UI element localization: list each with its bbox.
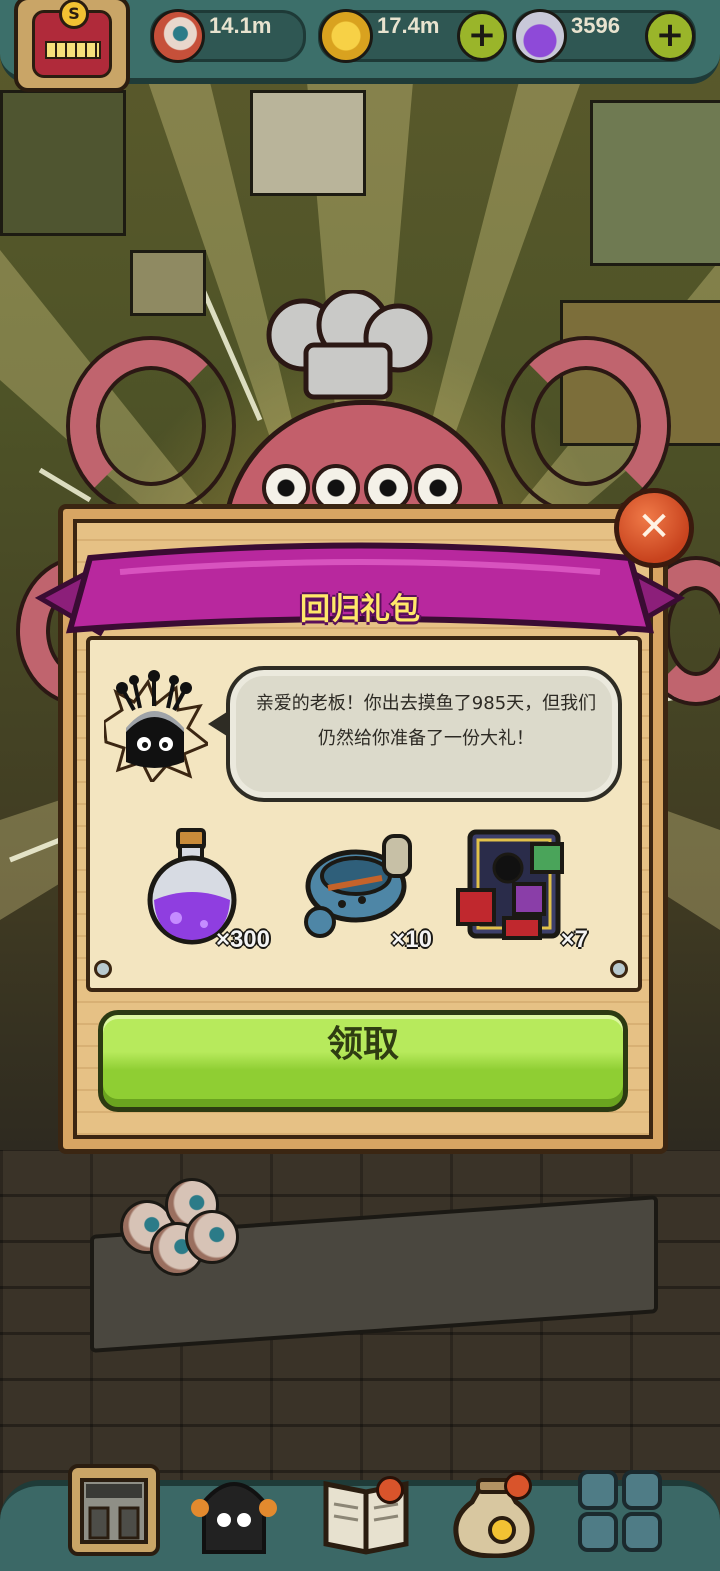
npc-speech-bubble: 亲爱的老板！你出去摸鱼了985天，但我们仍然给你准备了一份大礼！: [208, 666, 622, 802]
add-potions-button[interactable]: +: [645, 11, 695, 61]
potion-reward-count: ×300: [215, 926, 270, 953]
eyeball-icon: [151, 9, 205, 63]
eyeball-counter: 14.1m: [150, 9, 306, 63]
coin-icon: [319, 9, 373, 63]
reward-item-bowl: ×10: [292, 826, 432, 956]
gift-card-icon: [456, 829, 564, 940]
notification-badge: [376, 1476, 404, 1504]
reward-item-potion: ×300: [130, 826, 270, 956]
player-avatar-button[interactable]: [14, 0, 130, 92]
gift-reward-count: ×7: [560, 926, 588, 953]
bowl-reward-count: ×10: [391, 926, 432, 953]
spiky-helmet-npc-avatar: [104, 670, 208, 782]
nav-book-button[interactable]: [318, 1462, 414, 1558]
eyeball-amount: 14.1m: [209, 13, 272, 38]
book-icon: [323, 1480, 409, 1555]
top-resource-bar: 14.1m 17.4m + 3596 +: [0, 0, 720, 92]
nav-shop-button[interactable]: [66, 1462, 162, 1558]
nav-monster-button[interactable]: [186, 1462, 282, 1558]
monster-avatar-icon: [32, 0, 112, 78]
rooftop-house: [250, 90, 366, 196]
coin-counter: 17.4m +: [318, 9, 507, 63]
coin-amount: 17.4m: [377, 13, 440, 38]
add-coins-button[interactable]: +: [457, 11, 507, 61]
rivet: [94, 960, 112, 978]
nav-bag-button[interactable]: [446, 1462, 542, 1559]
shop-building-icon: [68, 1464, 160, 1556]
nav-menu-button[interactable]: [574, 1462, 670, 1558]
reward-item-gift-card: ×7: [448, 826, 588, 956]
eyeball-pile-item: [185, 1210, 239, 1264]
close-button[interactable]: ✕: [614, 488, 694, 568]
monster-icon: [191, 1482, 277, 1554]
potion-amount: 3596: [571, 13, 620, 38]
rivet: [610, 960, 628, 978]
chimney: [130, 250, 206, 316]
speech-message: 亲爱的老板！你出去摸鱼了985天，但我们仍然给你准备了一份大礼！: [255, 693, 597, 749]
claim-button[interactable]: 领取: [98, 1010, 628, 1112]
potion-counter: 3596 +: [512, 9, 696, 63]
left-building: [0, 90, 126, 236]
octopus-tentacle-left: [70, 340, 232, 512]
octopus-tentacle-right: [505, 340, 667, 512]
notification-badge: [504, 1472, 532, 1500]
claim-button-label: 领取: [326, 1024, 399, 1065]
dialog-title: 回归礼包: [300, 592, 420, 627]
green-roof-building: [590, 100, 720, 266]
grid-menu-icon: [578, 1470, 662, 1552]
chef-hat-icon: [266, 290, 433, 400]
purple-potion-icon: [513, 9, 567, 63]
